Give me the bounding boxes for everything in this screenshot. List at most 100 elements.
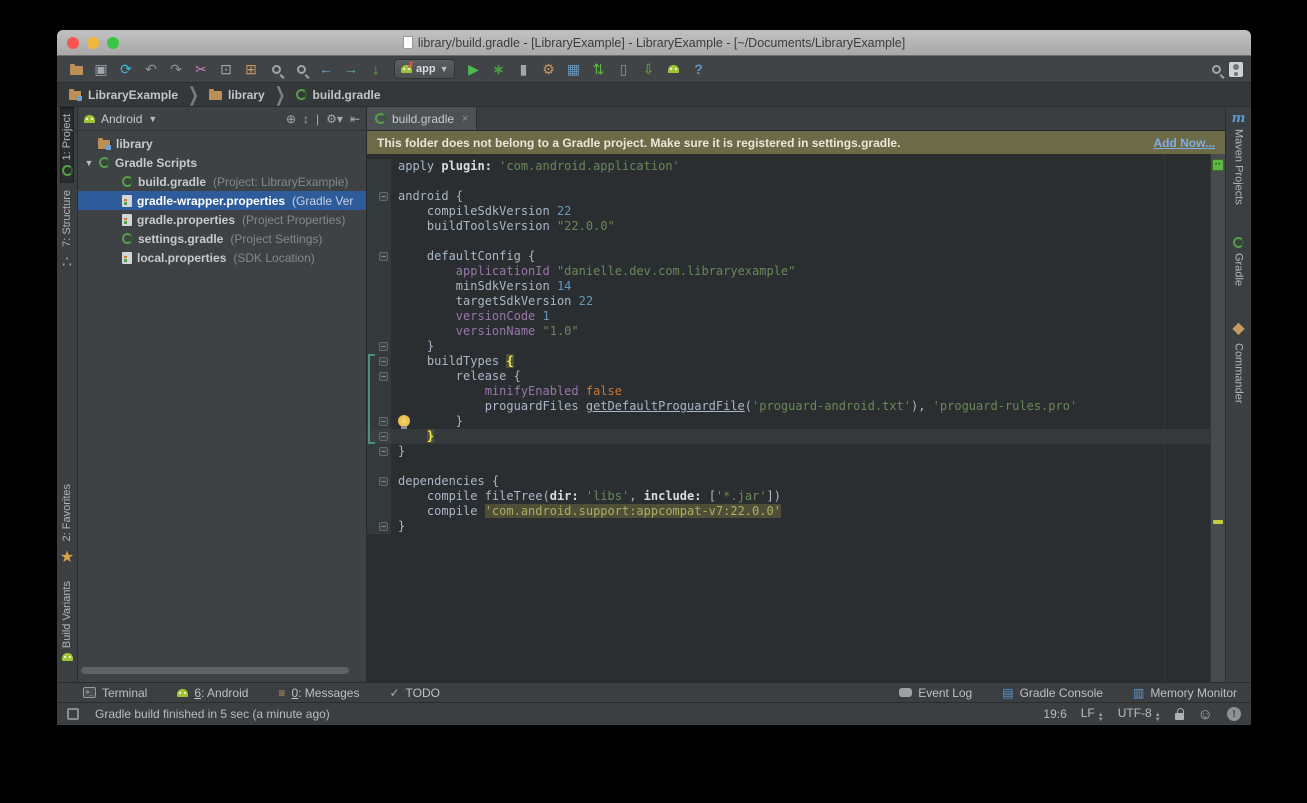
- tree-item-build-gradle[interactable]: build.gradle(Project: LibraryExample): [78, 172, 366, 191]
- code-line-3[interactable]: −android {: [367, 189, 1210, 204]
- code-line-12[interactable]: versionName "1.0": [367, 324, 1210, 339]
- locate-icon[interactable]: ⊕: [286, 112, 296, 126]
- run-icon[interactable]: ▶: [462, 59, 484, 80]
- stripe-tab-gradle[interactable]: Gradle: [1232, 230, 1246, 293]
- chevron-down-icon[interactable]: ▼: [148, 114, 157, 124]
- toolwindow-toggle-icon[interactable]: [67, 708, 79, 720]
- code-line-7[interactable]: − defaultConfig {: [367, 249, 1210, 264]
- toolwindow-button-gradle-console[interactable]: ▤Gradle Console: [1002, 686, 1103, 700]
- toolwindow-button-memory-monitor[interactable]: ▥Memory Monitor: [1133, 686, 1237, 700]
- toolwindow-button-todo[interactable]: ✓TODO: [389, 686, 440, 700]
- find-in-path-icon[interactable]: [290, 59, 312, 80]
- forward-icon[interactable]: →: [340, 59, 362, 80]
- stripe-tab-build-variants[interactable]: Build Variants: [60, 574, 74, 668]
- code-line-25[interactable]: −}: [367, 519, 1210, 534]
- breadcrumb-item-library[interactable]: library: [207, 88, 267, 102]
- code-line-1[interactable]: apply plugin: 'com.android.application': [367, 159, 1210, 174]
- open-folder-icon[interactable]: [65, 59, 87, 80]
- inspection-status-icon[interactable]: [1212, 159, 1224, 171]
- code-line-15[interactable]: − release {: [367, 369, 1210, 384]
- title-bar[interactable]: library/build.gradle - [LibraryExample] …: [57, 30, 1251, 56]
- code-line-24[interactable]: compile 'com.android.support:appcompat-v…: [367, 504, 1210, 519]
- code-line-22[interactable]: −dependencies {: [367, 474, 1210, 489]
- caret-position[interactable]: 19:6: [1043, 707, 1066, 721]
- line-ending-select[interactable]: LF▲▼: [1081, 706, 1104, 723]
- code-line-18[interactable]: − }: [367, 414, 1210, 429]
- fold-marker-icon[interactable]: −: [379, 522, 388, 531]
- fold-marker-icon[interactable]: −: [379, 192, 388, 201]
- sync-refresh-icon[interactable]: ⟳: [115, 59, 137, 80]
- tree-item-gradle-scripts[interactable]: ▼Gradle Scripts: [78, 153, 366, 172]
- run-configuration-select[interactable]: ✗ app ▼: [394, 59, 455, 79]
- fold-marker-icon[interactable]: −: [379, 477, 388, 486]
- stripe-tab-2-favorites[interactable]: 2: Favorites★: [59, 477, 75, 573]
- code-line-5[interactable]: buildToolsVersion "22.0.0": [367, 219, 1210, 234]
- breadcrumb-item-libraryexample[interactable]: LibraryExample: [67, 88, 180, 102]
- sdk-manager-icon[interactable]: ⇩: [637, 59, 659, 80]
- stripe-tab-commander[interactable]: ◆Commander: [1231, 311, 1245, 411]
- add-now-link[interactable]: Add Now...: [1153, 136, 1215, 150]
- code-line-13[interactable]: − }: [367, 339, 1210, 354]
- sync-project-gradle-icon[interactable]: ⇅: [587, 59, 609, 80]
- code-line-21[interactable]: [367, 459, 1210, 474]
- tab-build-gradle[interactable]: build.gradle ×: [367, 107, 477, 130]
- code-line-19[interactable]: − }: [367, 429, 1210, 444]
- android-tools-icon[interactable]: ⚙: [537, 59, 559, 80]
- help-icon[interactable]: ?: [687, 59, 709, 80]
- code-line-23[interactable]: compile fileTree(dir: 'libs', include: […: [367, 489, 1210, 504]
- code-line-11[interactable]: versionCode 1: [367, 309, 1210, 324]
- fold-marker-icon[interactable]: −: [379, 447, 388, 456]
- code-editor[interactable]: apply plugin: 'com.android.application' −…: [367, 154, 1210, 682]
- code-line-2[interactable]: [367, 174, 1210, 189]
- code-line-14[interactable]: − buildTypes {: [367, 354, 1210, 369]
- editor-error-stripe[interactable]: [1210, 154, 1225, 682]
- fold-marker-icon[interactable]: −: [379, 432, 388, 441]
- user-avatar-icon[interactable]: [1229, 62, 1243, 77]
- code-line-10[interactable]: targetSdkVersion 22: [367, 294, 1210, 309]
- copy-icon[interactable]: ⊡: [215, 59, 237, 80]
- breadcrumb-item-build.gradle[interactable]: build.gradle: [294, 88, 383, 102]
- expand-arrow-icon[interactable]: ▼: [84, 158, 94, 168]
- code-line-9[interactable]: minSdkVersion 14: [367, 279, 1210, 294]
- tree-item-local-properties[interactable]: local.properties(SDK Location): [78, 248, 366, 267]
- close-tab-icon[interactable]: ×: [462, 113, 468, 125]
- stripe-tab-maven-projects[interactable]: mMaven Projects: [1231, 107, 1247, 212]
- toolwindow-button--android[interactable]: 6: Android: [177, 686, 248, 700]
- device-monitor-icon[interactable]: ▯: [612, 59, 634, 80]
- toolwindow-button--messages[interactable]: ≡0: Messages: [278, 686, 359, 700]
- attach-debugger-icon[interactable]: ▮: [512, 59, 534, 80]
- redo-icon[interactable]: ↷: [165, 59, 187, 80]
- code-line-20[interactable]: −}: [367, 444, 1210, 459]
- fold-marker-icon[interactable]: −: [379, 372, 388, 381]
- find-icon[interactable]: [265, 59, 287, 80]
- stripe-tab-1-project[interactable]: 1: Project: [60, 107, 74, 183]
- fold-marker-icon[interactable]: −: [379, 342, 388, 351]
- settings-gear-icon[interactable]: ⚙▾: [326, 112, 343, 126]
- fold-marker-icon[interactable]: −: [379, 252, 388, 261]
- android-icon[interactable]: [662, 59, 684, 80]
- tree-item-gradle-properties[interactable]: gradle.properties(Project Properties): [78, 210, 366, 229]
- fold-marker-icon[interactable]: −: [379, 417, 388, 426]
- toolwindow-button-event-log[interactable]: Event Log: [899, 686, 972, 700]
- debug-icon[interactable]: ∗: [487, 59, 509, 80]
- make-project-icon[interactable]: ↓: [365, 59, 387, 80]
- collapse-all-icon[interactable]: ↕: [303, 112, 309, 126]
- notification-icon[interactable]: !: [1227, 707, 1241, 721]
- horizontal-scrollbar[interactable]: [81, 667, 349, 674]
- code-line-16[interactable]: minifyEnabled false: [367, 384, 1210, 399]
- search-everywhere-icon[interactable]: [1212, 65, 1221, 74]
- toolwindow-button-terminal[interactable]: >_Terminal: [83, 686, 147, 700]
- avd-manager-icon[interactable]: ▦: [562, 59, 584, 80]
- code-line-4[interactable]: compileSdkVersion 22: [367, 204, 1210, 219]
- tree-item-library[interactable]: library: [78, 134, 366, 153]
- cut-icon[interactable]: ✂: [190, 59, 212, 80]
- code-line-6[interactable]: [367, 234, 1210, 249]
- stripe-tab-7-structure[interactable]: 7: Structure∴: [60, 183, 74, 279]
- fold-marker-icon[interactable]: −: [379, 357, 388, 366]
- code-line-17[interactable]: proguardFiles getDefaultProguardFile('pr…: [367, 399, 1210, 414]
- paste-icon[interactable]: ⊞: [240, 59, 262, 80]
- tree-item-settings-gradle[interactable]: settings.gradle(Project Settings): [78, 229, 366, 248]
- back-icon[interactable]: ←: [315, 59, 337, 80]
- project-view-selector[interactable]: Android: [101, 112, 142, 126]
- save-all-icon[interactable]: ▣: [90, 59, 112, 80]
